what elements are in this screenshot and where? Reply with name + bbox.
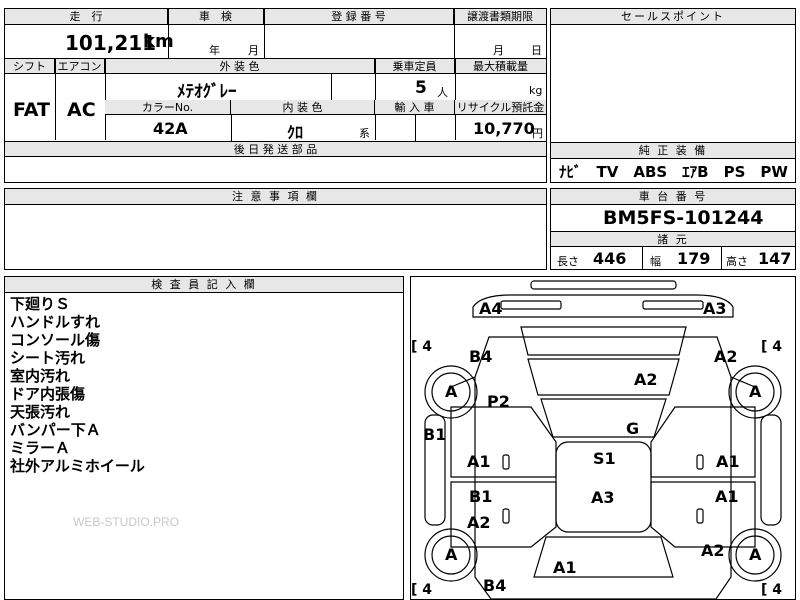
load-unit: kg	[529, 84, 543, 97]
inspector-line: ハンドルすれ	[10, 313, 101, 331]
inspector-lines: 下廻りＳ ハンドルすれ コンソール傷 シート汚れ 室内汚れ ドア内張傷 天張汚れ…	[10, 295, 145, 475]
damage-a2-right-low: A2	[701, 541, 725, 560]
later-parts-header: 後 日 発 送 部 品	[5, 142, 546, 157]
inspector-line: バンパー下Ａ	[10, 421, 101, 439]
damage-b1-left: B1	[423, 425, 447, 444]
inspection-header: 車 検	[168, 9, 264, 25]
damage-a1-right-top: A1	[716, 452, 740, 471]
tire-depth-rear-left: [ 4	[411, 582, 433, 598]
interior-value: ｸﾛ	[287, 123, 304, 142]
recycle-unit: 円	[532, 127, 543, 140]
transfer-header: 譲渡書類期限	[454, 9, 546, 25]
tire-depth-front-right: [ 4	[761, 339, 783, 355]
shift-value: FAT	[13, 99, 50, 121]
specs-header: 諸 元	[551, 231, 795, 247]
chassis-value: BM5FS-101244	[603, 207, 764, 229]
interior-header: 内 装 色	[231, 100, 375, 115]
damage-b4-top: B4	[469, 347, 493, 366]
transfer-month: 月	[493, 44, 504, 57]
capacity-unit: 人	[437, 86, 448, 99]
wheel-front-left: A	[445, 382, 458, 401]
inspector-line: ミラーＡ	[10, 439, 71, 457]
height-value: 147	[758, 249, 792, 268]
wheel-rear-left: A	[445, 545, 458, 564]
inspector-line: シート汚れ	[10, 349, 86, 367]
inspection-month: 月	[248, 44, 259, 57]
inspection-year: 年	[209, 44, 220, 57]
max-load-header: 最大積載量	[455, 59, 546, 74]
inspector-line: ドア内張傷	[10, 385, 86, 403]
equipment-header: 純 正 装 備	[551, 143, 795, 159]
equipment-value: ﾅﾋﾞ TV ABS ｴｱB PS PW	[559, 163, 788, 181]
interior-suffix: 系	[359, 127, 370, 140]
notes-box: 注 意 事 項 欄	[4, 188, 547, 270]
damage-a3-front: A3	[703, 299, 727, 318]
inspector-header: 検 査 員 記 入 欄	[5, 277, 403, 293]
color-no-header: カラーNo.	[105, 100, 231, 115]
damage-g: G	[626, 419, 640, 438]
wheel-front-right: A	[749, 382, 762, 401]
damage-a4: A4	[479, 299, 503, 318]
exterior-color-value: ﾒﾃｵｸﾞﾚｰ	[177, 82, 237, 102]
spec-box: シフト エアコン 外 装 色 乗車定員 最大積載量 FAT AC ﾒﾃｵｸﾞﾚｰ…	[4, 59, 547, 183]
ac-header: エアコン	[55, 59, 105, 74]
color-no-value: 42A	[153, 119, 188, 138]
damage-a2-right-top: A2	[714, 347, 738, 366]
damage-a1-bottom: A1	[553, 558, 577, 577]
tire-depth-front-left: [ 4	[411, 339, 433, 355]
import-header: 輸 入 車	[375, 100, 455, 115]
height-label: 高さ	[726, 255, 748, 268]
chassis-box: 車 台 番 号 BM5FS-101244 諸 元 長さ 446 幅 179 高さ…	[550, 188, 796, 270]
damage-a1-right-mid: A1	[715, 487, 739, 506]
damage-a3-center: A3	[591, 488, 615, 507]
transfer-day: 日	[531, 44, 542, 57]
ac-value: AC	[67, 99, 96, 121]
inspector-line: 室内汚れ	[10, 367, 71, 385]
tire-depth-rear-right: [ 4	[761, 582, 783, 598]
damage-b4-bottom: B4	[483, 576, 507, 595]
exterior-header: 外 装 色	[105, 59, 375, 74]
sales-point-header: セールスポイント	[551, 9, 795, 25]
equipment-box: 純 正 装 備 ﾅﾋﾞ TV ABS ｴｱB PS PW	[550, 142, 796, 183]
inspector-line: 天張汚れ	[10, 403, 71, 421]
inspector-line: 社外アルミホイール	[10, 457, 145, 475]
damage-a2-left-mid: A2	[467, 513, 491, 532]
damage-a2-center: A2	[634, 370, 658, 389]
car-diagram	[424, 280, 782, 599]
mileage-unit: km	[143, 31, 174, 52]
car-diagram-box: A4 A3 B4 A2 A2 P2 G B1 A1 S1 A1 B1 A3 A1…	[410, 276, 796, 600]
inspector-line: 下廻りＳ	[10, 295, 71, 313]
notes-header: 注 意 事 項 欄	[5, 189, 546, 205]
mileage-header: 走 行	[5, 9, 168, 25]
wheel-rear-right: A	[749, 545, 762, 564]
sales-point-box: セールスポイント	[550, 8, 796, 143]
damage-a1-left-top: A1	[467, 452, 491, 471]
recycle-value: 10,770	[473, 119, 535, 138]
shift-header: シフト	[5, 59, 55, 74]
damage-p2: P2	[487, 392, 510, 411]
damage-s1: S1	[593, 449, 616, 468]
width-label: 幅	[650, 255, 661, 268]
length-label: 長さ	[557, 255, 579, 268]
vehicle-info-box: 走 行 車 検 登 録 番 号 譲渡書類期限 101,211 km 年 月 月 …	[4, 8, 547, 59]
width-value: 179	[677, 249, 711, 268]
registration-header: 登 録 番 号	[264, 9, 454, 25]
capacity-value: 5	[415, 78, 427, 98]
watermark: WEB-STUDIO.PRO	[73, 515, 180, 529]
damage-b1-mid: B1	[469, 487, 493, 506]
inspector-box: 検 査 員 記 入 欄 下廻りＳ ハンドルすれ コンソール傷 シート汚れ 室内汚…	[4, 276, 404, 600]
length-value: 446	[593, 249, 627, 268]
recycle-header: リサイクル預託金	[455, 100, 546, 115]
chassis-header: 車 台 番 号	[551, 189, 795, 205]
inspector-line: コンソール傷	[10, 331, 101, 349]
capacity-header: 乗車定員	[375, 59, 455, 74]
